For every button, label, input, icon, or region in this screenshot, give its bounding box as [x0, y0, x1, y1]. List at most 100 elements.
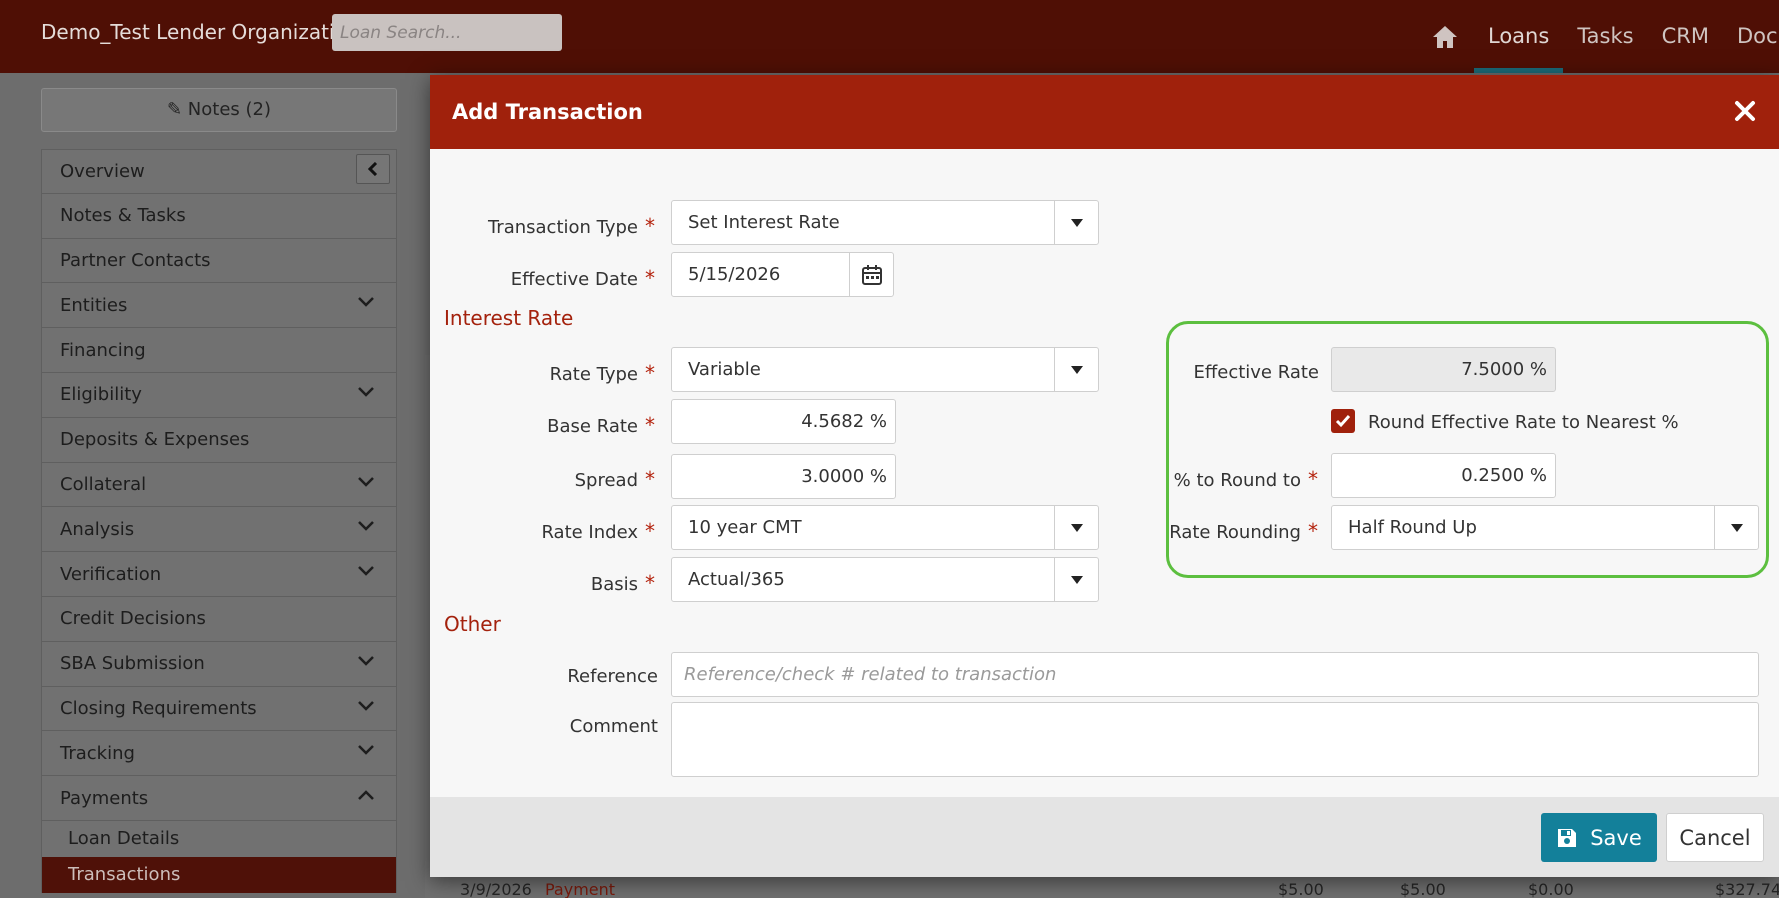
floppy-disk-icon — [1558, 828, 1577, 847]
cancel-button[interactable]: Cancel — [1666, 813, 1764, 862]
base-rate-input[interactable]: 4.5682 % — [671, 399, 896, 444]
other-section-title: Other — [444, 612, 501, 636]
round-effective-rate-checkbox[interactable] — [1331, 409, 1355, 433]
home-icon[interactable] — [1432, 24, 1458, 50]
sidebar-item-label: Collateral — [60, 473, 147, 495]
spread-label: Spread * — [574, 467, 655, 491]
row-date: 3/9/2026 — [460, 880, 532, 898]
rate-index-value: 10 year CMT — [688, 517, 802, 538]
reference-placeholder: Reference/check # related to transaction — [684, 664, 1057, 685]
nav-loans[interactable]: Loans — [1474, 0, 1564, 73]
chevron-down-icon — [358, 745, 374, 756]
basis-select[interactable]: Actual/365 — [671, 557, 1099, 602]
sidebar-item-label: Eligibility — [60, 384, 142, 406]
sidebar-item-label: Entities — [60, 294, 128, 316]
sidebar-menu: Overview Notes & Tasks Partner Contacts … — [41, 149, 397, 893]
sidebar-item-analysis[interactable]: Analysis — [41, 507, 397, 553]
spread-input[interactable]: 3.0000 % — [671, 454, 896, 499]
sidebar-subitem-loan-details[interactable]: Loan Details — [41, 820, 397, 857]
nav-documents[interactable]: Docun — [1723, 0, 1779, 73]
rate-type-select[interactable]: Variable — [671, 347, 1099, 392]
sidebar-item-label: SBA Submission — [60, 653, 205, 675]
top-navbar: Demo_Test Lender Organization Loans Task… — [0, 0, 1779, 73]
sidebar-item-label: Overview — [60, 160, 145, 182]
collapse-sidebar-button[interactable] — [356, 154, 390, 184]
chevron-left-icon — [368, 162, 378, 176]
transaction-type-label: Transaction Type * — [487, 214, 655, 238]
main-nav: Loans Tasks CRM Docun — [1432, 0, 1779, 73]
chevron-down-icon — [358, 476, 374, 487]
sidebar-item-credit-decisions[interactable]: Credit Decisions — [41, 596, 397, 642]
effective-rate-value: 7.5000 % — [1461, 359, 1547, 380]
effective-date-value: 5/15/2026 — [688, 264, 781, 285]
row-amount-2: $5.00 — [1400, 880, 1446, 898]
sidebar-item-entities[interactable]: Entities — [41, 283, 397, 329]
rate-type-label: Rate Type * — [549, 361, 655, 385]
rate-index-label: Rate Index * — [541, 519, 655, 543]
org-name[interactable]: Demo_Test Lender Organization — [41, 20, 359, 44]
dropdown-arrow-icon[interactable] — [1714, 506, 1758, 549]
sidebar-item-verification[interactable]: Verification — [41, 552, 397, 597]
rate-index-select[interactable]: 10 year CMT — [671, 505, 1099, 550]
sidebar-item-payments[interactable]: Payments — [41, 776, 397, 821]
nav-crm[interactable]: CRM — [1648, 0, 1723, 73]
round-to-input[interactable]: 0.2500 % — [1331, 453, 1556, 498]
rate-rounding-label: Rate Rounding * — [1169, 519, 1318, 543]
spread-value: 3.0000 % — [801, 466, 887, 487]
transaction-type-select[interactable]: Set Interest Rate — [671, 200, 1099, 245]
chevron-down-icon — [358, 566, 374, 576]
sidebar-item-sba-submission[interactable]: SBA Submission — [41, 641, 397, 687]
save-button[interactable]: Save — [1541, 813, 1657, 862]
modal-title: Add Transaction — [452, 100, 643, 124]
round-to-label: % to Round to * — [1173, 467, 1318, 491]
effective-rate-field: 7.5000 % — [1331, 347, 1556, 392]
round-effective-rate-label[interactable]: Round Effective Rate to Nearest % — [1368, 412, 1679, 433]
dropdown-arrow-icon[interactable] — [1054, 558, 1098, 601]
modal-header: Add Transaction — [430, 75, 1779, 149]
notes-label: Notes (2) — [187, 99, 272, 120]
sidebar-item-eligibility[interactable]: Eligibility — [41, 372, 397, 418]
table-row: 3/9/2026 Payment $5.00 $5.00 $0.00 $327.… — [425, 880, 1779, 898]
sidebar-item-label: Tracking — [60, 742, 135, 764]
save-label: Save — [1590, 825, 1642, 850]
chevron-down-icon — [358, 655, 374, 666]
pencil-icon: ✎ — [166, 99, 183, 120]
rate-rounding-value: Half Round Up — [1348, 517, 1477, 538]
row-type: Payment — [545, 880, 616, 898]
dropdown-arrow-icon[interactable] — [1054, 506, 1098, 549]
sidebar-item-overview[interactable]: Overview — [41, 149, 397, 194]
dropdown-arrow-icon[interactable] — [1054, 348, 1098, 391]
loan-search-input[interactable] — [332, 14, 562, 51]
transaction-type-value: Set Interest Rate — [688, 212, 840, 233]
reference-input[interactable]: Reference/check # related to transaction — [671, 652, 1759, 697]
sidebar-item-collateral[interactable]: Collateral — [41, 462, 397, 508]
sidebar-item-partner-contacts[interactable]: Partner Contacts — [41, 238, 397, 284]
chevron-down-icon — [358, 700, 374, 711]
sidebar-item-label: Credit Decisions — [60, 608, 206, 630]
effective-date-input[interactable]: 5/15/2026 — [671, 252, 894, 297]
notes-button[interactable]: ✎ Notes (2) — [41, 88, 397, 132]
calendar-icon[interactable] — [849, 253, 893, 296]
close-icon[interactable] — [1729, 95, 1761, 127]
row-amount-3: $0.00 — [1528, 880, 1574, 898]
comment-textarea[interactable] — [671, 702, 1759, 777]
rate-rounding-select[interactable]: Half Round Up — [1331, 505, 1759, 550]
sidebar-subitem-transactions[interactable]: Transactions — [41, 856, 397, 893]
round-to-value: 0.2500 % — [1461, 465, 1547, 486]
checkmark-icon — [1335, 415, 1351, 428]
dropdown-arrow-icon[interactable] — [1054, 201, 1098, 244]
nav-tasks[interactable]: Tasks — [1563, 0, 1647, 73]
sidebar-item-label: Verification — [60, 563, 162, 585]
sidebar-item-notes-tasks[interactable]: Notes & Tasks — [41, 193, 397, 239]
row-amount-4: $327.74 — [1715, 880, 1779, 898]
row-amount-1: $5.00 — [1278, 880, 1324, 898]
comment-label: Comment — [569, 716, 658, 737]
sidebar-item-label: Notes & Tasks — [60, 205, 186, 227]
sidebar-item-deposits-expenses[interactable]: Deposits & Expenses — [41, 417, 397, 463]
sidebar-item-closing-requirements[interactable]: Closing Requirements — [41, 686, 397, 732]
chevron-down-icon — [358, 387, 374, 397]
reference-label: Reference — [567, 666, 658, 687]
sidebar-item-label: Financing — [60, 339, 146, 361]
sidebar-item-tracking[interactable]: Tracking — [41, 731, 397, 777]
sidebar-item-financing[interactable]: Financing — [41, 328, 397, 373]
